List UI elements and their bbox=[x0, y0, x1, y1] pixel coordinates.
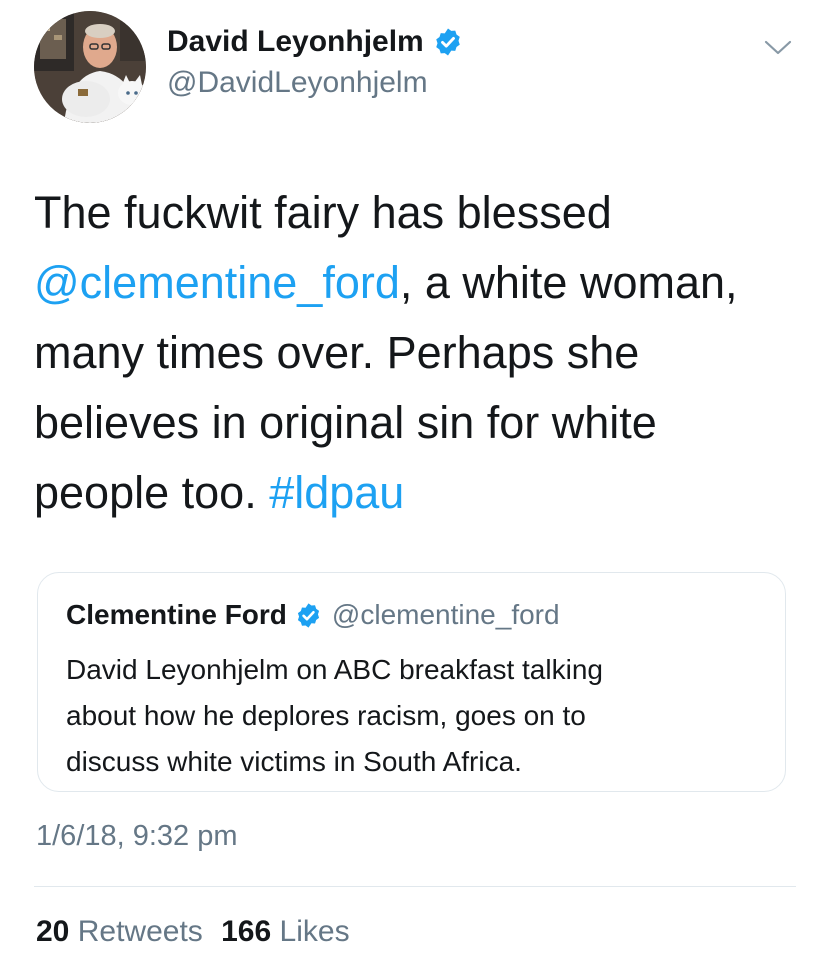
quoted-tweet-card[interactable]: Clementine Ford @clementine_ford David L… bbox=[37, 572, 786, 792]
likes-label: Likes bbox=[279, 915, 350, 948]
verified-badge-icon bbox=[295, 602, 322, 629]
quoted-line: about how he deplores racism, goes on to bbox=[66, 700, 586, 731]
avatar[interactable] bbox=[34, 11, 146, 123]
tweet-text-segment: people too. bbox=[34, 467, 270, 518]
tweet-line: @clementine_ford, a white woman, bbox=[34, 248, 794, 318]
tweet-line: people too. #ldpau bbox=[34, 458, 794, 528]
verified-badge-icon bbox=[433, 27, 463, 57]
quoted-author-handle: @clementine_ford bbox=[331, 599, 560, 630]
likes-count: 166 bbox=[221, 915, 272, 948]
tweet-stats: 20 Retweets 166 Likes bbox=[36, 915, 350, 949]
quoted-line: David Leyonhjelm on ABC breakfast talkin… bbox=[66, 654, 603, 685]
retweets-stat[interactable]: 20 Retweets bbox=[36, 915, 203, 949]
retweets-label: Retweets bbox=[77, 915, 203, 948]
quoted-line: discuss white victims in South Africa. bbox=[66, 746, 522, 777]
tweet-timestamp[interactable]: 1/6/18, 9:32 pm bbox=[36, 820, 238, 853]
quoted-tweet-text: David Leyonhjelm on ABC breakfast talkin… bbox=[66, 647, 766, 785]
quoted-author-name: Clementine Ford bbox=[66, 599, 287, 630]
author-handle[interactable]: @DavidLeyonhjelm bbox=[167, 66, 428, 100]
chevron-down-icon[interactable] bbox=[763, 38, 793, 58]
tweet-text-segment: many times over. Perhaps she bbox=[34, 327, 640, 378]
mention-link[interactable]: @clementine_ford bbox=[34, 257, 400, 308]
tweet-line: believes in original sin for white bbox=[34, 388, 794, 458]
tweet-text-segment: believes in original sin for white bbox=[34, 397, 657, 448]
avatar-photo bbox=[34, 11, 146, 123]
hashtag-link[interactable]: #ldpau bbox=[269, 467, 404, 518]
divider bbox=[34, 886, 796, 887]
tweet-text-segment: The fuckwit fairy has blessed bbox=[34, 187, 612, 238]
tweet-text-segment: , a white woman, bbox=[399, 257, 738, 308]
retweets-count: 20 bbox=[36, 915, 70, 948]
tweet-line: The fuckwit fairy has blessed bbox=[34, 178, 794, 248]
author-name[interactable]: David Leyonhjelm bbox=[167, 25, 424, 59]
quoted-tweet-header: Clementine Ford @clementine_ford bbox=[66, 595, 560, 635]
tweet-line: many times over. Perhaps she bbox=[34, 318, 794, 388]
author-name-row: David Leyonhjelm bbox=[167, 22, 463, 62]
tweet-text: The fuckwit fairy has blessed @clementin… bbox=[34, 178, 794, 528]
likes-stat[interactable]: 166 Likes bbox=[221, 915, 349, 949]
